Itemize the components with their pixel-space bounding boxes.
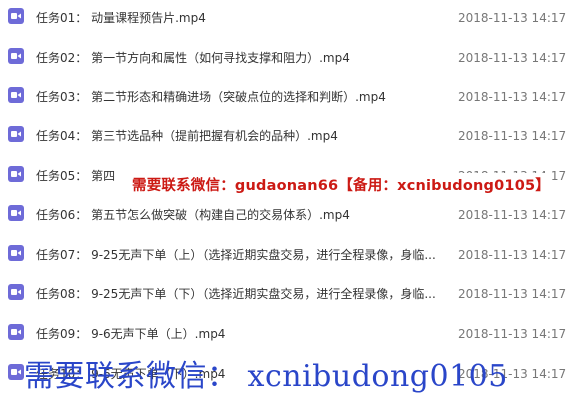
watermark-contact-blue: 需要联系微信： xcnibudong0105 [24, 359, 508, 394]
file-row[interactable]: 任务03： 第二节形态和精确进场（突破点位的选择和判断）.mp4 2018-11-… [0, 79, 583, 119]
video-icon [8, 284, 24, 300]
video-icon [8, 48, 24, 64]
video-icon [8, 324, 24, 340]
file-date: 2018-11-13 14:17 [458, 129, 567, 143]
file-date: 2018-11-13 14:17 [458, 11, 567, 25]
video-icon [8, 8, 24, 24]
file-list: 任务01： 动量课程预告片.mp4 2018-11-13 14:17 任务02： 第… [0, 0, 583, 400]
file-row[interactable]: 任务04： 第三节选品种（提前把握有机会的品种）.mp4 2018-11-13 1… [0, 118, 583, 158]
file-date: 2018-11-13 14:17 [458, 248, 567, 262]
file-name[interactable]: 任务04： 第三节选品种（提前把握有机会的品种）.mp4 [36, 129, 338, 144]
file-name[interactable]: 任务05： 第四 [36, 169, 115, 184]
video-icon [8, 126, 24, 142]
video-icon [8, 245, 24, 261]
file-row[interactable]: 任务02： 第一节方向和属性（如何寻找支撑和阻力）.mp4 2018-11-13 … [0, 40, 583, 80]
file-row[interactable]: 任务08： 9-25无声下单（下）（选择近期实盘交易，进行全程录像，身临... 2… [0, 276, 583, 316]
file-row[interactable]: 任务09： 9-6无声下单（上）.mp4 2018-11-13 14:17 [0, 316, 583, 356]
file-name[interactable]: 任务08： 9-25无声下单（下）（选择近期实盘交易，进行全程录像，身临... [36, 287, 436, 302]
file-date: 2018-11-13 14:17 [458, 287, 567, 301]
file-name[interactable]: 任务06： 第五节怎么做突破（构建自己的交易体系）.mp4 [36, 208, 350, 223]
file-date: 2018-11-13 14:17 [458, 51, 567, 65]
video-icon [8, 87, 24, 103]
file-name[interactable]: 任务09： 9-6无声下单（上）.mp4 [36, 327, 225, 342]
file-row[interactable]: 任务01： 动量课程预告片.mp4 2018-11-13 14:17 [0, 0, 583, 40]
file-row[interactable]: 任务07： 9-25无声下单（上）（选择近期实盘交易，进行全程录像，身临... 2… [0, 237, 583, 277]
file-row[interactable]: 任务06： 第五节怎么做突破（构建自己的交易体系）.mp4 2018-11-13 … [0, 197, 583, 237]
video-icon [8, 205, 24, 221]
file-name[interactable]: 任务02： 第一节方向和属性（如何寻找支撑和阻力）.mp4 [36, 51, 350, 66]
file-date: 2018-11-13 14:17 [458, 208, 567, 222]
video-icon [8, 364, 24, 380]
file-name[interactable]: 任务01： 动量课程预告片.mp4 [36, 11, 206, 26]
watermark-contact-red: 需要联系微信：gudaonan66【备用：xcnibudong0105】 [130, 173, 552, 196]
file-date: 2018-11-13 14:17 [458, 327, 567, 341]
file-name[interactable]: 任务03： 第二节形态和精确进场（突破点位的选择和判断）.mp4 [36, 90, 386, 105]
video-icon [8, 166, 24, 182]
file-name[interactable]: 任务07： 9-25无声下单（上）（选择近期实盘交易，进行全程录像，身临... [36, 248, 436, 263]
file-date: 2018-11-13 14:17 [458, 90, 567, 104]
